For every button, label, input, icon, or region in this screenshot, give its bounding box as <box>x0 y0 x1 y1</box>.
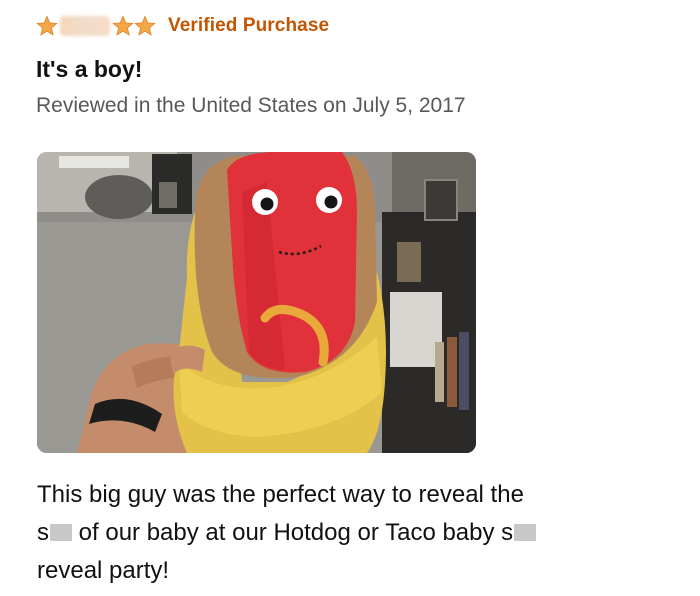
star-icon <box>112 15 134 37</box>
verified-purchase-badge[interactable]: Verified Purchase <box>168 15 329 37</box>
redacted-word <box>50 524 72 541</box>
review-meta: Reviewed in the United States on July 5,… <box>36 94 466 117</box>
star-rating[interactable] <box>36 15 156 37</box>
review-photo[interactable] <box>37 152 476 453</box>
review-body-fragment: s <box>37 519 49 546</box>
redacted-word <box>514 524 537 541</box>
redacted-star-region <box>60 16 110 36</box>
review-card: Verified Purchase It's a boy! Reviewed i… <box>0 0 700 596</box>
review-body-line: s of our baby at our Hotdog or Taco baby… <box>37 514 677 552</box>
review-body-fragment: of our baby at our Hotdog or Taco baby s <box>72 519 514 546</box>
review-body: This big guy was the perfect way to reve… <box>37 476 677 590</box>
review-body-line: This big guy was the perfect way to reve… <box>37 481 524 508</box>
review-body-line: reveal party! <box>37 557 170 584</box>
rating-row: Verified Purchase <box>36 10 329 42</box>
review-title[interactable]: It's a boy! <box>36 56 142 83</box>
star-icon <box>134 15 156 37</box>
star-icon <box>36 15 58 37</box>
